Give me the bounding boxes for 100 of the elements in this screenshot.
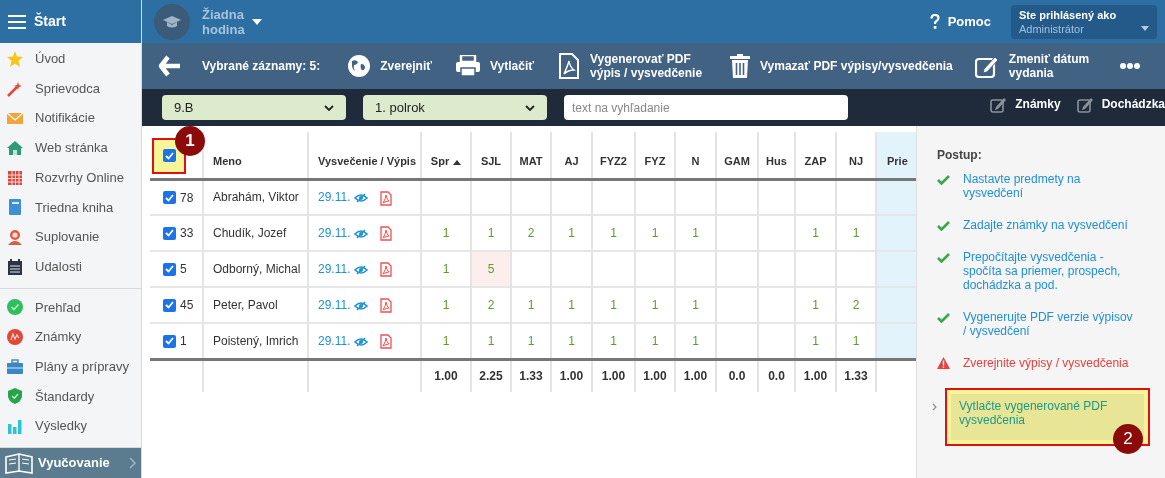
- sidebar-item[interactable]: Úvod: [0, 44, 141, 74]
- column-header[interactable]: FYZ: [644, 155, 666, 167]
- caret-down-icon: [1141, 25, 1149, 31]
- menu-icon[interactable]: [8, 14, 26, 29]
- class-select[interactable]: 9.B: [162, 95, 346, 120]
- period-select[interactable]: 1. polrok: [363, 95, 547, 120]
- sidebar-item[interactable]: Sprievodca: [0, 73, 141, 104]
- edit-icon: [990, 95, 1008, 113]
- sidebar-item[interactable]: Prehľad: [0, 292, 141, 323]
- column-header[interactable]: Meno: [213, 155, 242, 167]
- checkbox[interactable]: [163, 262, 176, 276]
- column-header[interactable]: Prie: [887, 155, 908, 167]
- grade-cell: 1: [675, 215, 716, 251]
- table-cell: Poistený, Imrich: [203, 323, 308, 359]
- column-header[interactable]: GAM: [724, 155, 750, 167]
- pdf-file-icon[interactable]: [380, 298, 393, 314]
- grade-cell: 1: [795, 287, 836, 323]
- table-cell: Chudík, Jozef: [203, 215, 308, 251]
- column-header[interactable]: SJL: [480, 155, 502, 167]
- toolbar-button[interactable]: Vytlačiť: [456, 55, 535, 77]
- column-header[interactable]: FYZ2: [600, 155, 627, 167]
- menu-title[interactable]: Štart: [34, 11, 66, 32]
- row-number: 78: [180, 190, 194, 205]
- total-value: 2.25: [479, 369, 503, 384]
- eye-icon[interactable]: [354, 264, 369, 275]
- caret-down-icon[interactable]: [252, 18, 262, 25]
- toolbar-button[interactable]: Zverejniť: [348, 55, 433, 77]
- printer-icon: [456, 55, 481, 77]
- user-name: Administrátor: [1019, 21, 1084, 36]
- callout-badge: 1: [175, 126, 205, 156]
- table-cell: Peter, Pavol: [203, 287, 308, 323]
- checkbox[interactable]: [163, 298, 176, 312]
- column-header[interactable]: Spr: [430, 155, 450, 167]
- total-value: 1.00: [601, 369, 626, 384]
- toolbar-button[interactable]: Vygenerovať PDF výpis / vysvedčenie: [558, 52, 711, 80]
- sidebar-item[interactable]: Udalosti: [0, 251, 141, 282]
- total-value: 1.33: [844, 369, 868, 384]
- pdf-file-icon[interactable]: [380, 262, 393, 278]
- check-circle-icon: [7, 299, 23, 316]
- back-arrow-icon[interactable]: [158, 55, 182, 77]
- sidebar-item[interactable]: Web stránka: [0, 133, 141, 163]
- column-header[interactable]: ZAP: [804, 155, 827, 167]
- total-value: 1.00: [643, 369, 667, 384]
- section-footer-bar[interactable]: Vyučovanie: [0, 448, 141, 478]
- sidebar-item[interactable]: Plány a prípravy: [0, 351, 141, 382]
- total-value: 1.00: [434, 369, 458, 384]
- date-link[interactable]: 29.11.: [318, 226, 351, 240]
- eye-icon[interactable]: [354, 193, 369, 204]
- house-icon: [7, 139, 23, 156]
- column-header[interactable]: Vysvečenie / Výpis: [318, 155, 417, 167]
- chevron-right-icon: [129, 457, 137, 469]
- filter-link[interactable]: Dochádzka: [1076, 95, 1165, 113]
- checkmark-icon: [937, 174, 950, 185]
- toolbar-button[interactable]: Zmeniť dátum vydania: [974, 52, 1104, 80]
- sidebar-item[interactable]: Triedna kniha: [0, 192, 141, 223]
- checkbox[interactable]: [162, 149, 176, 163]
- grade-cell: 1: [635, 287, 675, 323]
- help-link[interactable]: Pomoc: [947, 11, 991, 32]
- checkbox[interactable]: [163, 191, 176, 205]
- toolbar-button[interactable]: Vymazať PDF výpisy/vysvedčenia: [730, 54, 953, 78]
- row-number: 1: [180, 334, 187, 349]
- total-value: 0.0: [728, 369, 746, 384]
- date-link[interactable]: 29.11.: [318, 190, 351, 205]
- sidebar-item[interactable]: Štandardy: [0, 381, 141, 412]
- column-header[interactable]: N: [691, 155, 700, 167]
- grade-cell: 5: [471, 251, 511, 287]
- date-link[interactable]: 29.11.: [318, 262, 351, 276]
- selection-count: Vybrané záznamy: 5:: [202, 58, 321, 75]
- eye-icon[interactable]: [354, 336, 369, 347]
- calendar-icon: [7, 258, 23, 275]
- sidebar-item[interactable]: Notifikácie: [0, 103, 141, 134]
- sidebar-item[interactable]: Suplovanie: [0, 222, 141, 252]
- lesson-avatar[interactable]: [154, 3, 190, 40]
- filter-link[interactable]: Známky: [990, 95, 1061, 113]
- checkbox[interactable]: [163, 226, 176, 240]
- more-icon[interactable]: [1119, 63, 1140, 69]
- grade-cell: 1: [471, 215, 511, 251]
- column-header[interactable]: Hus: [766, 155, 787, 167]
- grade-cell: 1: [421, 251, 471, 287]
- row-number: 45: [180, 298, 194, 313]
- step-link[interactable]: Zverejnite výpisy / vysvedčenia: [963, 356, 1148, 370]
- pdf-file-icon[interactable]: [380, 226, 393, 242]
- pdf-file-icon[interactable]: [380, 334, 393, 350]
- checkbox[interactable]: [163, 334, 176, 348]
- sidebar-item[interactable]: Výsledky: [0, 411, 141, 441]
- column-header[interactable]: AJ: [564, 155, 579, 167]
- sidebar-item[interactable]: Známky: [0, 322, 141, 352]
- date-link[interactable]: 29.11.: [318, 333, 351, 348]
- help-icon[interactable]: [929, 13, 940, 30]
- column-header[interactable]: NJ: [848, 155, 864, 167]
- grade-cell: 1: [421, 215, 471, 251]
- date-link[interactable]: 29.11.: [318, 298, 351, 312]
- search-field[interactable]: text na vyhľadanie: [564, 95, 848, 120]
- user-dropdown[interactable]: Ste prihlásený ako Administrátor: [1011, 4, 1157, 39]
- eye-icon[interactable]: [354, 300, 369, 311]
- pdf-file-icon[interactable]: [380, 190, 393, 206]
- eye-icon[interactable]: [354, 228, 369, 239]
- column-header[interactable]: MAT: [519, 155, 543, 167]
- sidebar-item[interactable]: Rozvrhy Online: [0, 162, 141, 193]
- envelope-icon: [7, 110, 23, 127]
